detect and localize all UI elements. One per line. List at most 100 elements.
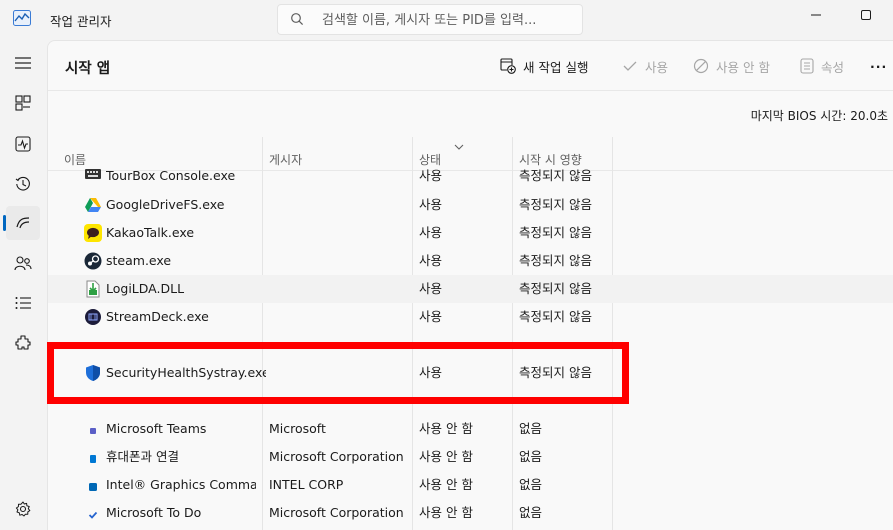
details-icon xyxy=(15,297,31,309)
app-name: TourBox Console.exe xyxy=(106,168,236,183)
disable-label: 사용 안 함 xyxy=(716,59,770,75)
search-box[interactable] xyxy=(277,4,583,35)
run-new-task-button[interactable]: 새 작업 실행 xyxy=(500,54,588,78)
app-status: 사용 xyxy=(419,197,443,212)
table-row[interactable]: steam.exe 사용 측정되지 않음 xyxy=(48,247,893,275)
services-icon xyxy=(15,335,31,350)
app-startup-impact: 측정되지 않음 xyxy=(519,281,592,296)
app-name: steam.exe xyxy=(106,253,172,268)
app-publisher xyxy=(269,303,409,331)
google-drive-icon xyxy=(84,196,102,214)
table-row[interactable]: SecurityHealthSystray.exe 사용 측정되지 않음 xyxy=(48,359,893,387)
app-name: KakaoTalk.exe xyxy=(106,225,195,240)
nav-item-services[interactable] xyxy=(6,326,40,360)
app-startup-impact: 없음 xyxy=(519,477,543,492)
app-status: 사용 xyxy=(419,225,443,240)
dll-file-icon xyxy=(84,280,102,298)
app-publisher xyxy=(269,163,409,191)
properties-button[interactable]: 속성 xyxy=(800,54,844,78)
nav-menu-button[interactable] xyxy=(6,46,40,80)
app-publisher xyxy=(269,247,409,275)
table-row[interactable]: TourBox Console.exe 사용 측정되지 않음 xyxy=(48,163,893,191)
table-row[interactable]: KakaoTalk.exe 사용 측정되지 않음 xyxy=(48,219,893,247)
app-startup-impact: 측정되지 않음 xyxy=(519,168,592,183)
hamburger-icon xyxy=(15,57,31,69)
minimize-button[interactable] xyxy=(793,0,839,30)
maximize-icon xyxy=(861,10,871,20)
users-icon xyxy=(14,256,32,271)
app-name: SecurityHealthSystray.exe xyxy=(106,365,266,380)
startup-apps-panel: 시작 앱 새 작업 실행 사용 사용 안 함 속성 ··· 마지막 BIOS 시… xyxy=(47,40,893,530)
nav-item-settings[interactable] xyxy=(6,492,40,526)
app-name: 휴대폰과 연결 xyxy=(106,449,179,464)
app-startup-impact: 없음 xyxy=(519,421,543,436)
app-status: 사용 xyxy=(419,309,443,324)
nav-item-processes[interactable] xyxy=(6,86,40,120)
microsoft-todo-icon xyxy=(88,508,98,519)
app-name: Microsoft To Do xyxy=(106,505,202,520)
app-publisher: Microsoft xyxy=(269,421,326,436)
more-options-button[interactable]: ··· xyxy=(870,54,887,78)
app-status: 사용 xyxy=(419,365,443,380)
search-icon xyxy=(290,12,304,26)
microsoft-teams-icon xyxy=(88,424,98,434)
processes-icon xyxy=(15,95,31,111)
command-bar: 시작 앱 새 작업 실행 사용 사용 안 함 속성 ··· xyxy=(48,41,893,91)
app-status: 사용 xyxy=(419,168,443,183)
nav-item-app-history[interactable] xyxy=(6,167,40,201)
enable-label: 사용 xyxy=(645,59,669,75)
app-name: GoogleDriveFS.exe xyxy=(106,197,225,212)
search-input[interactable] xyxy=(322,11,577,29)
run-new-task-label: 새 작업 실행 xyxy=(523,59,589,75)
nav-item-users[interactable] xyxy=(6,246,40,280)
maximize-button[interactable] xyxy=(839,0,893,30)
disable-button[interactable]: 사용 안 함 xyxy=(693,54,770,78)
app-status: 사용 xyxy=(419,281,443,296)
more-options-icon: ··· xyxy=(870,58,888,74)
app-name xyxy=(106,387,256,415)
startup-apps-icon xyxy=(16,217,30,229)
new-task-icon xyxy=(500,58,516,74)
app-status: 사용 xyxy=(419,253,443,268)
title-bar: 작업 관리자 xyxy=(0,0,893,40)
table-row[interactable]: Microsoft Teams Microsoft 사용 안 함 없음 xyxy=(48,415,893,443)
window-title: 작업 관리자 xyxy=(50,14,112,29)
nav-item-details[interactable] xyxy=(6,286,40,320)
properties-icon xyxy=(800,58,814,74)
app-publisher xyxy=(269,219,409,247)
bios-time-label: 마지막 BIOS 시간: xyxy=(750,109,847,123)
app-publisher: Microsoft Corporation xyxy=(269,449,404,464)
app-name: StreamDeck.exe xyxy=(106,309,209,324)
properties-label: 속성 xyxy=(821,59,845,75)
table-row[interactable]: Intel® Graphics Comman... INTEL CORP 사용 … xyxy=(48,471,893,499)
table-row[interactable] xyxy=(48,387,893,415)
bios-time: 마지막 BIOS 시간: 20.0초 xyxy=(751,107,888,124)
table-row[interactable]: Microsoft To Do Microsoft Corporation 사용… xyxy=(48,499,893,527)
enable-button[interactable]: 사용 xyxy=(622,54,668,78)
app-publisher xyxy=(269,191,409,219)
app-name: Intel® Graphics Comman... xyxy=(106,477,256,492)
table-row[interactable]: 휴대폰과 연결 Microsoft Corporation 사용 안 함 없음 xyxy=(48,443,893,471)
page-title: 시작 앱 xyxy=(65,61,111,77)
app-name: LogiLDA.DLL xyxy=(106,281,185,296)
app-status: 사용 안 함 xyxy=(419,421,473,436)
app-name: Microsoft Teams xyxy=(106,421,207,436)
phone-link-icon xyxy=(88,452,98,463)
checkmark-icon xyxy=(623,61,637,71)
app-startup-impact: 측정되지 않음 xyxy=(519,225,592,240)
tourbox-icon xyxy=(84,166,102,184)
app-status: 사용 안 함 xyxy=(419,505,473,520)
task-manager-icon xyxy=(13,10,31,26)
app-publisher: Microsoft Corporation xyxy=(269,505,404,520)
app-startup-impact: 없음 xyxy=(519,449,543,464)
app-startup-impact: 측정되지 않음 xyxy=(519,309,592,324)
windows-security-icon xyxy=(84,364,102,382)
table-row[interactable]: StreamDeck.exe 사용 측정되지 않음 xyxy=(48,303,893,331)
table-row[interactable] xyxy=(48,331,893,359)
table-row[interactable]: LogiLDA.DLL 사용 측정되지 않음 xyxy=(48,275,893,303)
settings-icon xyxy=(15,501,31,517)
nav-item-performance[interactable] xyxy=(6,127,40,161)
nav-item-startup-apps[interactable] xyxy=(3,206,40,240)
bios-time-value: 20.0초 xyxy=(850,109,888,123)
table-row[interactable]: GoogleDriveFS.exe 사용 측정되지 않음 xyxy=(48,191,893,219)
